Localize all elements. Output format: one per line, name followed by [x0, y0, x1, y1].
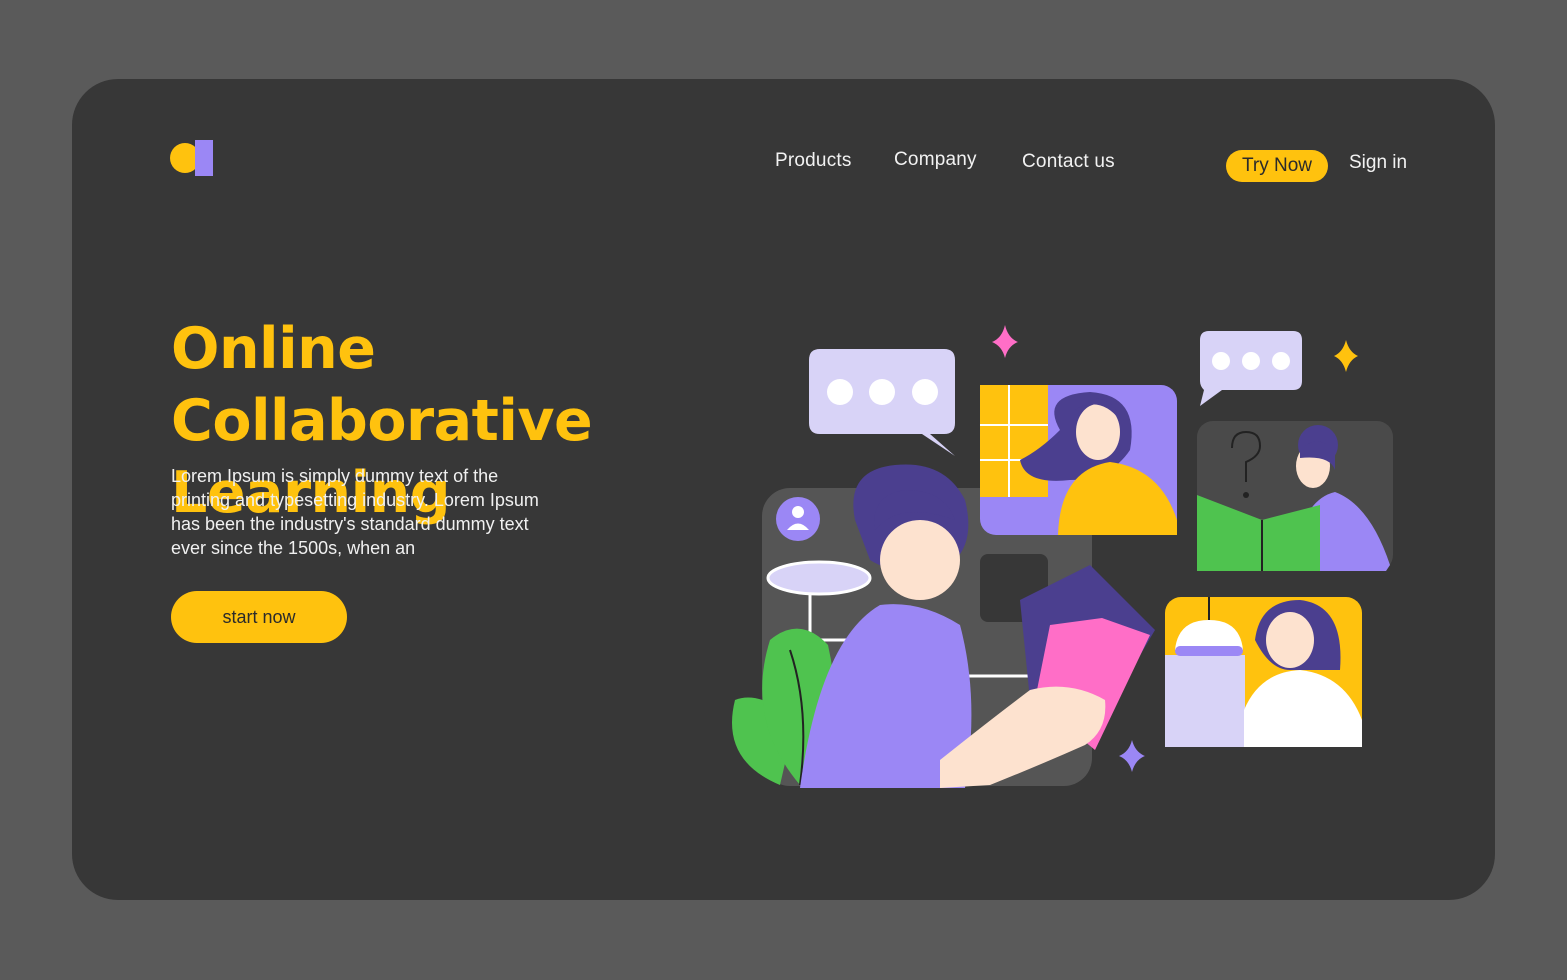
user-avatar-icon [776, 497, 820, 541]
chat-bubble-icon [809, 349, 955, 456]
sparkle-icon [992, 325, 1018, 358]
chat-bubble-small-icon [1200, 331, 1302, 406]
sparkle-icon [1119, 740, 1145, 772]
video-tile-3 [1165, 597, 1362, 747]
video-tile-2 [1197, 421, 1393, 571]
sparkle-icon [1334, 340, 1358, 372]
video-tile-1 [980, 385, 1177, 535]
collaboration-illustration [732, 325, 1393, 788]
